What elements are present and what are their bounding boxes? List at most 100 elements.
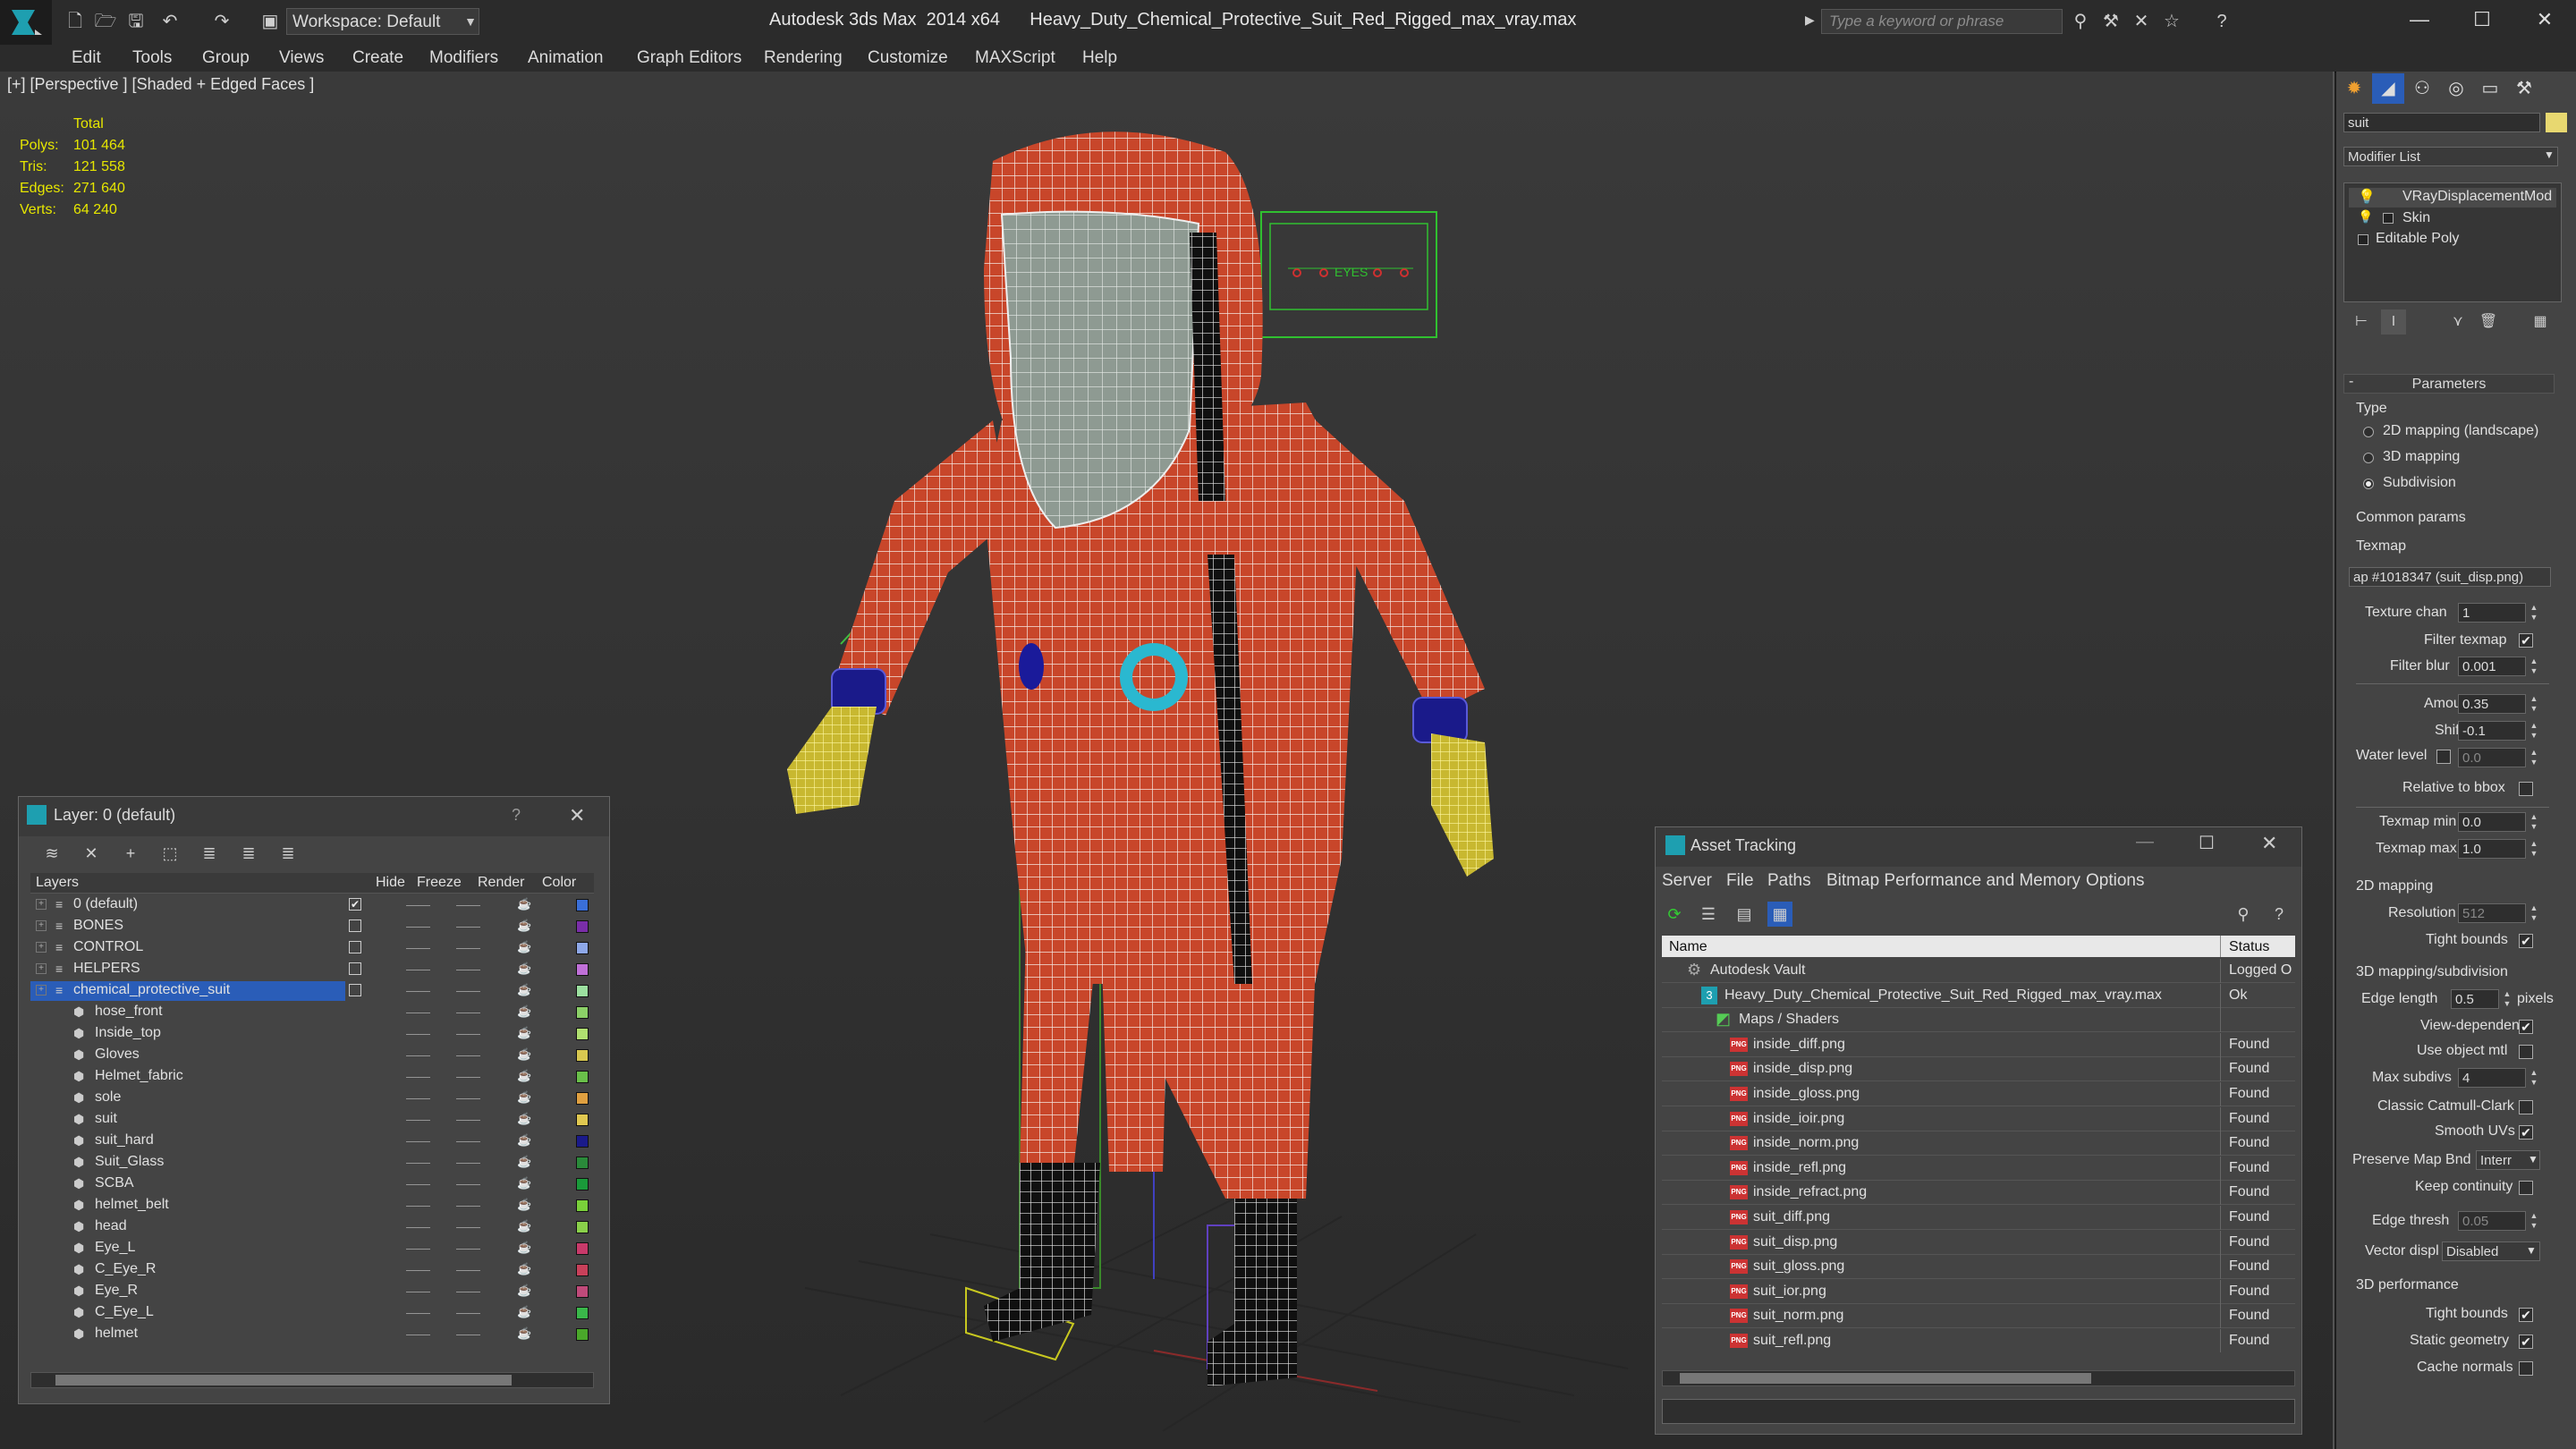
delete-layer-icon[interactable]: ✕	[79, 841, 104, 866]
stack-skin[interactable]: Skin	[2402, 210, 2430, 226]
hide-toggle[interactable]: ——	[406, 1284, 430, 1298]
spinner-icon[interactable]: ▲ ▼	[2528, 812, 2540, 832]
layer-row[interactable]: ⬢ Gloves —— —— ☕	[30, 1045, 594, 1066]
render-teapot-icon[interactable]: ☕	[517, 1198, 531, 1212]
layer-row[interactable]: ⬢ Eye_L —— —— ☕	[30, 1238, 594, 1259]
tight-bounds-checkbox[interactable]: ✔	[2519, 934, 2533, 948]
smooth-uvs-checkbox[interactable]: ✔	[2519, 1125, 2533, 1140]
layer-row[interactable]: ⬢ Inside_top —— —— ☕	[30, 1023, 594, 1045]
asset-path-field[interactable]	[1662, 1399, 2295, 1424]
asset-name[interactable]: suit_diff.png	[1753, 1209, 1830, 1225]
layer-row[interactable]: + ≡ CONTROL —— —— ☕	[30, 937, 594, 959]
parameters-rollout[interactable]: Parameters	[2343, 374, 2555, 394]
hide-toggle[interactable]: ——	[406, 983, 430, 997]
layer-row[interactable]: ⬢ Eye_R —— —— ☕	[30, 1281, 594, 1302]
expand-icon[interactable]: +	[36, 942, 47, 953]
asset-row[interactable]: 3 Heavy_Duty_Chemical_Protective_Suit_Red…	[1662, 984, 2295, 1008]
active-layer-checkbox[interactable]	[349, 941, 361, 953]
texmap-max-field[interactable]: 1.0	[2458, 839, 2526, 859]
layer-color-swatch[interactable]	[576, 899, 589, 911]
freeze-toggle[interactable]: ——	[456, 1176, 480, 1191]
layer-name[interactable]: helmet	[95, 1326, 138, 1342]
layer-name[interactable]: head	[95, 1218, 127, 1234]
hide-toggle[interactable]: ——	[406, 1305, 430, 1319]
spinner-icon[interactable]: ▲ ▼	[2528, 903, 2540, 923]
expand-icon[interactable]: +	[36, 963, 47, 974]
layer-scroll-thumb[interactable]	[55, 1375, 512, 1385]
hide-toggle[interactable]: ——	[406, 897, 430, 911]
spinner-icon[interactable]: ▲ ▼	[2528, 603, 2540, 623]
layer-name[interactable]: Gloves	[95, 1046, 140, 1063]
remove-modifier-icon[interactable]: 🗑	[2476, 309, 2501, 335]
layer-name[interactable]: C_Eye_R	[95, 1261, 156, 1277]
layer-name[interactable]: SCBA	[95, 1175, 134, 1191]
hide-toggle[interactable]: ——	[406, 940, 430, 954]
view-dependent-checkbox[interactable]: ✔	[2519, 1020, 2533, 1034]
chevron-down-icon[interactable]: ▼	[2526, 1244, 2537, 1257]
hide-toggle[interactable]: ——	[406, 919, 430, 933]
configure-sets-icon[interactable]: ▦	[2528, 309, 2553, 335]
perf-tight-bounds-checkbox[interactable]: ✔	[2519, 1308, 2533, 1322]
active-layer-checkbox[interactable]	[349, 984, 361, 996]
layer-color-swatch[interactable]	[576, 1092, 589, 1105]
asset-name[interactable]: inside_refl.png	[1753, 1160, 1846, 1176]
hide-toggle[interactable]: ——	[406, 1069, 430, 1083]
freeze-toggle[interactable]: ——	[456, 1241, 480, 1255]
asset-menu-bitmap[interactable]: Bitmap Performance and Memory	[1826, 868, 2080, 894]
menu-modifiers[interactable]: Modifiers	[429, 45, 498, 72]
render-teapot-icon[interactable]: ☕	[517, 1069, 531, 1083]
layer-name[interactable]: HELPERS	[73, 961, 140, 977]
hierarchy-tab-icon[interactable]: ⚇	[2406, 73, 2438, 104]
asset-name[interactable]: suit_gloss.png	[1753, 1258, 1844, 1275]
select-objects-icon[interactable]: ⬚	[157, 841, 182, 866]
asset-name[interactable]: suit_disp.png	[1753, 1234, 1837, 1250]
col-hide[interactable]: Hide	[376, 875, 405, 891]
render-teapot-icon[interactable]: ☕	[517, 1047, 531, 1062]
expand-icon[interactable]: +	[36, 899, 47, 910]
water-level-field[interactable]: 0.0	[2458, 748, 2526, 767]
texmap-min-field[interactable]: 0.0	[2458, 812, 2526, 832]
filter-texmap-checkbox[interactable]: ✔	[2519, 633, 2533, 648]
layer-row[interactable]: ⬢ sole —— —— ☕	[30, 1088, 594, 1109]
radio-2d-label[interactable]: 2D mapping (landscape)	[2383, 423, 2538, 439]
select-layer-icon[interactable]: ≣	[197, 841, 222, 866]
asset-menu-paths[interactable]: Paths	[1767, 868, 1811, 894]
render-teapot-icon[interactable]: ☕	[517, 919, 531, 933]
hide-toggle[interactable]: ——	[406, 1326, 430, 1341]
asset-row[interactable]: PNG inside_disp.png Found	[1662, 1057, 2295, 1081]
object-name-field[interactable]: suit	[2343, 113, 2540, 132]
amount-field[interactable]: 0.35	[2458, 694, 2526, 714]
hide-toggle[interactable]: ——	[406, 1262, 430, 1276]
menu-help[interactable]: Help	[1082, 45, 1117, 72]
freeze-toggle[interactable]: ——	[456, 1284, 480, 1298]
edge-length-field[interactable]: 0.5	[2451, 989, 2499, 1009]
layer-name[interactable]: suit_hard	[95, 1132, 154, 1148]
help-icon-asset[interactable]: ?	[2267, 902, 2292, 927]
layer-color-swatch[interactable]	[576, 1006, 589, 1019]
asset-row[interactable]: PNG inside_refract.png Found	[1662, 1181, 2295, 1205]
expand-icon[interactable]: +	[36, 920, 47, 931]
undo-icon[interactable]: ↶	[157, 9, 182, 34]
asset-row[interactable]: PNG suit_diff.png Found	[1662, 1206, 2295, 1230]
layer-name[interactable]: hose_front	[95, 1004, 163, 1020]
layer-name[interactable]: chemical_protective_suit	[73, 982, 230, 998]
tree-view-icon[interactable]: ▤	[1732, 902, 1757, 927]
edge-thresh-field[interactable]: 0.05	[2458, 1211, 2526, 1231]
radio-subdivision-label[interactable]: Subdivision	[2383, 475, 2456, 491]
spinner-icon[interactable]: ▲ ▼	[2528, 839, 2540, 859]
lightbulb-icon[interactable]: 💡	[2358, 188, 2376, 206]
save-file-icon[interactable]: 🖫	[123, 9, 148, 34]
freeze-toggle[interactable]: ——	[456, 940, 480, 954]
render-teapot-icon[interactable]: ☕	[517, 1090, 531, 1105]
col-name[interactable]: Name	[1669, 939, 1707, 955]
asset-name[interactable]: Heavy_Duty_Chemical_Protective_Suit_Red_…	[1724, 987, 2162, 1004]
menu-animation[interactable]: Animation	[528, 45, 604, 72]
asset-maximize-button[interactable]: ☐	[2199, 832, 2215, 854]
use-object-mtl-checkbox[interactable]	[2519, 1045, 2533, 1059]
freeze-toggle[interactable]: ——	[456, 1219, 480, 1233]
asset-name[interactable]: inside_disp.png	[1753, 1061, 1852, 1077]
open-file-icon[interactable]: 🗁	[93, 9, 118, 34]
col-status[interactable]: Status	[2229, 939, 2269, 955]
layer-row[interactable]: ⬢ head —— —— ☕	[30, 1216, 594, 1238]
asset-name[interactable]: suit_ior.png	[1753, 1284, 1826, 1300]
